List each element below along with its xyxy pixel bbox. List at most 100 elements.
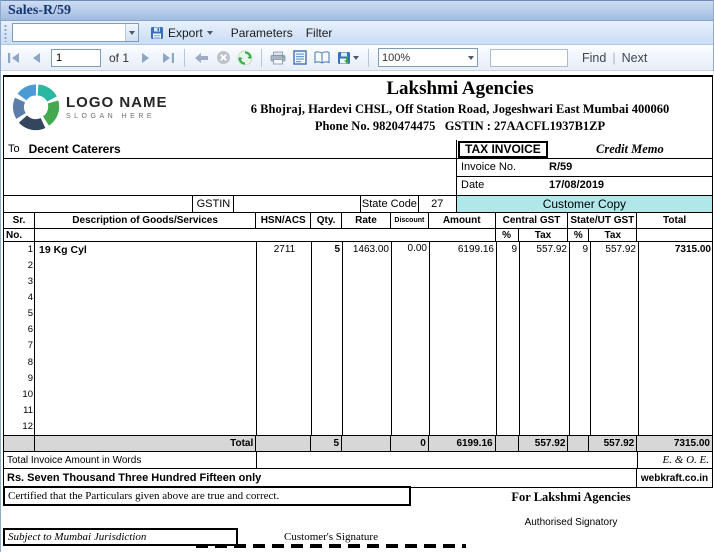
header-qty: Qty. (311, 213, 343, 228)
table-header-row-1: Sr. Description of Goods/Services HSN/AC… (4, 213, 712, 229)
serial-number: 8 (27, 356, 33, 368)
chevron-down-icon (129, 30, 135, 35)
zoom-value: 100% (382, 51, 411, 64)
chevron-down-icon (206, 30, 213, 35)
print-layout-button[interactable] (289, 48, 311, 68)
invoice-info-block: TAX INVOICE Credit Memo Invoice No. R/59… (456, 140, 712, 195)
brand-label: webkraft.co.in (640, 472, 709, 484)
for-company-label: For Lakshmi Agencies (511, 490, 631, 504)
print-button[interactable] (267, 48, 289, 68)
column-line (391, 242, 392, 435)
previous-page-button[interactable] (25, 48, 47, 68)
logo-swirl-icon (12, 84, 60, 131)
logo-name: LOGO NAME (66, 94, 168, 111)
item-cgst-tax: 557.92 (536, 244, 567, 255)
item-sgst-tax: 557.92 (605, 244, 636, 255)
invoice-meta-section: To Decent Caterers TAX INVOICE Credit Me… (4, 140, 712, 195)
company-phone-gstin: Phone No. 9820474475 GSTIN : 27AACFL1937… (314, 119, 606, 133)
serial-number: 7 (27, 340, 33, 352)
last-page-icon (163, 52, 175, 63)
gstin-row: GSTIN State Code 27 Customer Copy (4, 195, 713, 212)
date-value: 17/08/2019 (549, 179, 605, 191)
header-total-empty (637, 229, 712, 241)
signature-section: Certified that the Particulars given abo… (1, 486, 714, 552)
refresh-button[interactable] (234, 48, 256, 68)
first-page-button[interactable] (3, 48, 25, 68)
book-icon (314, 51, 330, 64)
chevron-down-icon (353, 55, 360, 60)
find-button[interactable]: Find (582, 51, 606, 65)
totals-label: Total (35, 436, 257, 451)
find-next-separator: | (612, 50, 616, 65)
company-name: Lakshmi Agencies (386, 78, 534, 99)
authorised-signatory-label: Authorised Signatory (524, 517, 618, 528)
next-page-icon (142, 52, 150, 63)
totals-discount: 0 (391, 436, 429, 451)
report-selector-dropdown[interactable] (125, 24, 138, 41)
back-button[interactable] (190, 48, 212, 68)
column-line (34, 242, 35, 435)
export-button[interactable]: Export (145, 24, 218, 42)
next-button[interactable]: Next (622, 51, 648, 65)
copy-type-band: Customer Copy (456, 196, 713, 212)
company-logo: LOGO NAME SLOGAN HERE (12, 83, 168, 131)
column-line (569, 242, 570, 435)
state-code-label: State Code (361, 196, 419, 212)
save-icon (151, 26, 163, 39)
parameters-label: Parameters (230, 25, 293, 40)
last-page-button[interactable] (157, 48, 179, 68)
parameters-button[interactable]: Parameters (226, 24, 298, 42)
export-data-button[interactable] (333, 48, 363, 68)
column-line (256, 242, 257, 435)
navigation-toolbar: of 1 (1, 45, 713, 71)
report-viewer-window: Sales-R/59 Export Parameters Filter 1 of… (0, 0, 714, 552)
filter-button[interactable]: Filter (301, 24, 338, 42)
item-hsn: 2711 (273, 244, 296, 255)
column-line (590, 242, 591, 435)
toolbar-separator (261, 48, 263, 67)
item-discount: 0.00 (407, 243, 427, 254)
printer-icon (270, 51, 286, 64)
company-block: Lakshmi Agencies 6 Bhojraj, Hardevi CHSL… (204, 78, 714, 134)
zoom-combo[interactable]: 100% (378, 48, 479, 67)
totals-sgst-pct-empty (568, 436, 590, 451)
print-layout-icon (293, 50, 307, 65)
stop-button[interactable] (212, 48, 234, 68)
export-save-icon (338, 51, 351, 64)
header-description: Description of Goods/Services (35, 213, 257, 228)
credit-memo-label: Credit Memo (596, 141, 664, 156)
amount-words-label: Total Invoice Amount in Words (4, 452, 257, 468)
current-page-input[interactable] (51, 48, 101, 67)
header-sgst-tax: Tax (589, 229, 638, 241)
logo-text: LOGO NAME SLOGAN HERE (66, 94, 168, 120)
amount-in-words: Rs. Seven Thousand Three Hundred Fifteen… (4, 469, 637, 487)
find-text-input[interactable] (490, 48, 569, 67)
header-cgst-tax: Tax (519, 229, 569, 241)
company-address: 6 Bhojraj, Hardevi CHSL, Off Station Roa… (250, 102, 670, 116)
first-page-icon (8, 52, 19, 63)
title-bar: Sales-R/59 (1, 0, 713, 21)
column-line (311, 242, 312, 435)
header-no: No. (4, 229, 35, 241)
serial-number: 5 (27, 308, 33, 320)
report-selector-combo[interactable] (12, 23, 139, 42)
customer-signature-label: Customer's Signature (284, 531, 378, 543)
item-description: 19 Kg Cyl (39, 244, 87, 256)
invoice-type-label: TAX INVOICE (458, 140, 548, 158)
window-title: Sales-R/59 (8, 2, 71, 18)
toolbar-grip[interactable] (3, 23, 8, 42)
invoice-no-value: R/59 (549, 161, 573, 173)
amount-words-header-row: Total Invoice Amount in Words E. & O. E. (4, 451, 712, 469)
toolbar-separator (184, 48, 186, 67)
header-rate: Rate (342, 213, 391, 228)
next-page-button[interactable] (135, 48, 157, 68)
zoom-dropdown[interactable] (464, 49, 477, 66)
header-sgst-pct: % (568, 229, 590, 241)
page-setup-button[interactable] (311, 48, 333, 68)
serial-number: 11 (23, 404, 33, 416)
header-central-gst: Central GST (496, 213, 569, 228)
item-rate: 1463.00 (352, 244, 389, 255)
state-code-value: 27 (419, 196, 457, 212)
totals-sr-empty (4, 436, 35, 451)
gstin-value (234, 196, 361, 212)
